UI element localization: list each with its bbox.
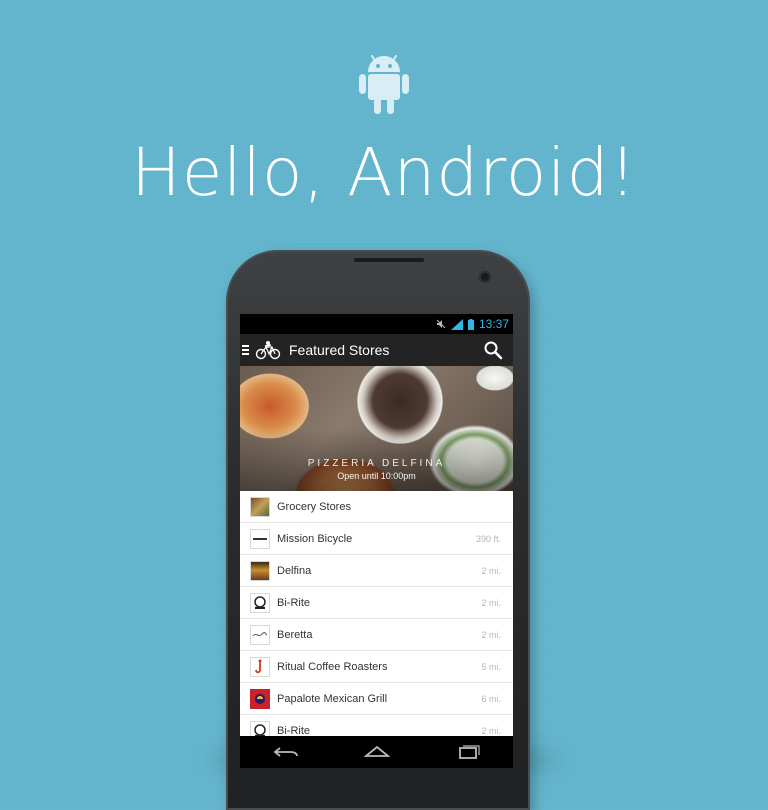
store-list-item[interactable]: Bi-Rite 2 mi. xyxy=(240,587,513,619)
store-name: Beretta xyxy=(277,628,313,641)
back-icon[interactable] xyxy=(271,742,301,762)
store-name: Bi-Rite xyxy=(277,596,311,609)
action-bar-title: Featured Stores xyxy=(289,342,390,358)
no-sound-icon xyxy=(436,319,446,329)
delivery-bike-logo-icon[interactable] xyxy=(255,340,281,360)
hero-store-hours: Open until 10:00pm xyxy=(337,471,416,481)
hamburger-icon[interactable] xyxy=(242,345,252,355)
phone-screen: 13:37 Featured Stores PIZZERIA DELFINA O… xyxy=(240,314,513,768)
android-robot-icon xyxy=(359,55,409,114)
beretta-logo xyxy=(250,624,270,645)
battery-icon xyxy=(467,318,474,330)
store-name: Bi-Rite xyxy=(277,724,311,737)
store-distance: 2 mi. xyxy=(481,725,501,736)
store-name: Delfina xyxy=(277,564,312,577)
store-name: Papalote Mexican Grill xyxy=(277,692,388,705)
store-distance: 2 mi. xyxy=(481,597,501,608)
front-camera xyxy=(479,271,491,283)
recent-apps-icon[interactable] xyxy=(453,742,483,762)
featured-store-hero[interactable]: PIZZERIA DELFINA Open until 10:00pm xyxy=(240,366,513,491)
hero-store-name: PIZZERIA DELFINA xyxy=(307,458,446,469)
papalote-logo xyxy=(250,688,270,709)
store-list-item[interactable]: Mission Bicycle 390 ft. xyxy=(240,523,513,555)
store-distance: 2 mi. xyxy=(481,629,501,640)
store-name: Ritual Coffee Roasters xyxy=(277,660,388,673)
store-list-item[interactable]: Delfina 2 mi. xyxy=(240,555,513,587)
ritual-coffee-logo xyxy=(250,656,270,677)
store-list: Grocery Stores Mission Bicycle 390 ft. D… xyxy=(240,491,513,747)
store-distance: 390 ft. xyxy=(475,533,501,544)
store-distance: 6 mi. xyxy=(481,693,501,704)
store-list-item[interactable]: Papalote Mexican Grill 6 mi. xyxy=(240,683,513,715)
bi-rite-logo xyxy=(250,592,270,613)
grocery-thumbnail xyxy=(250,496,270,517)
status-time: 13:37 xyxy=(478,317,509,331)
hello-android-headline: Hello, Android! xyxy=(131,134,637,211)
home-icon[interactable] xyxy=(362,742,392,762)
store-list-item[interactable]: Beretta 2 mi. xyxy=(240,619,513,651)
delfina-thumbnail xyxy=(250,560,270,581)
mission-bicycle-logo xyxy=(250,528,270,549)
store-distance: 5 mi. xyxy=(481,661,501,672)
store-name: Grocery Stores xyxy=(277,500,351,513)
status-bar: 13:37 xyxy=(240,314,513,334)
store-list-item[interactable]: Grocery Stores xyxy=(240,491,513,523)
search-icon[interactable] xyxy=(483,340,503,360)
action-bar: Featured Stores xyxy=(240,334,513,366)
navigation-bar xyxy=(240,736,513,768)
store-name: Mission Bicycle xyxy=(277,532,353,545)
signal-icon xyxy=(450,318,463,330)
store-list-item[interactable]: Ritual Coffee Roasters 5 mi. xyxy=(240,651,513,683)
store-distance: 2 mi. xyxy=(481,565,501,576)
phone-speaker xyxy=(354,258,424,262)
